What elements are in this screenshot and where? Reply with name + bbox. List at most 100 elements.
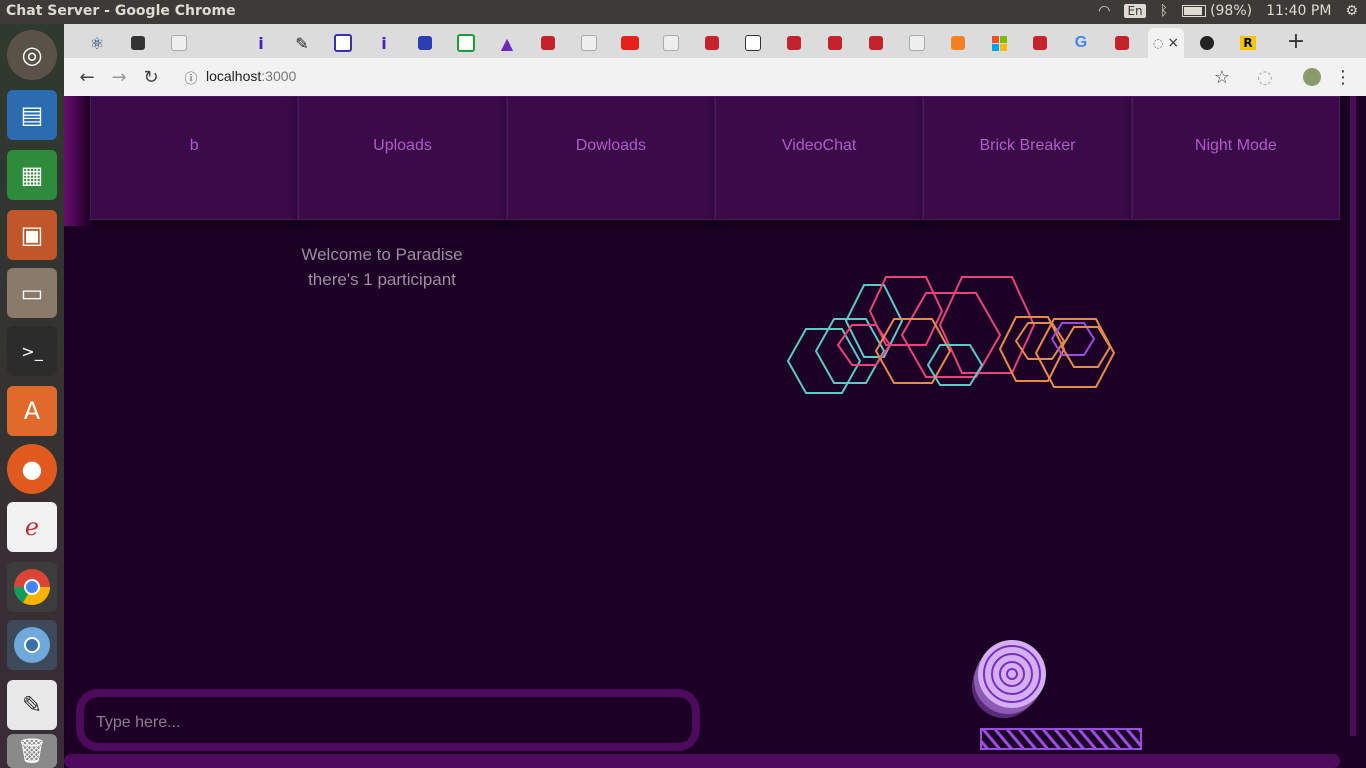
tab-9[interactable] [408, 28, 442, 58]
new-tab-button[interactable]: + [1286, 28, 1306, 54]
tab-favicon [418, 36, 432, 50]
google-icon: G [1074, 34, 1088, 51]
battery-indicator[interactable]: (98%) [1182, 3, 1252, 19]
tab-favicon [787, 36, 801, 50]
battery-percent: (98%) [1210, 3, 1253, 19]
tab-22[interactable] [941, 28, 975, 58]
bottom-bar [64, 754, 1340, 768]
address-bar[interactable]: localhost:3000 [206, 68, 296, 84]
files-icon[interactable]: ▭ [7, 268, 57, 318]
back-icon[interactable]: ← [74, 64, 100, 90]
info-icon[interactable]: ⓘ [178, 64, 204, 90]
tab-16[interactable] [695, 28, 729, 58]
tab-3[interactable] [162, 28, 196, 58]
chat-input[interactable] [94, 705, 688, 741]
tab-23[interactable] [982, 28, 1016, 58]
bookmark-star-icon[interactable]: ☆ [1209, 64, 1235, 90]
blank-page-icon [171, 35, 187, 51]
tab-10[interactable] [449, 28, 483, 58]
tab-18[interactable] [777, 28, 811, 58]
url-port: :3000 [261, 68, 297, 84]
battery-icon [1182, 5, 1207, 17]
tab-21[interactable] [900, 28, 934, 58]
close-tab-icon[interactable]: × [1167, 35, 1179, 51]
tab-favicon [869, 36, 883, 50]
reload-icon[interactable]: ↻ [138, 64, 164, 90]
tab-4[interactable] [203, 28, 237, 58]
tab-11[interactable]: ▲ [490, 28, 524, 58]
tab-8[interactable]: i [367, 28, 401, 58]
text-editor-icon[interactable]: ✎ [7, 680, 57, 730]
blank-page-icon [909, 35, 925, 51]
tab-26[interactable] [1105, 28, 1139, 58]
chromium-icon[interactable] [7, 620, 57, 670]
tab-github[interactable] [1190, 28, 1224, 58]
tab-15[interactable] [654, 28, 688, 58]
tab-r[interactable]: R [1231, 28, 1265, 58]
tab-13[interactable] [572, 28, 606, 58]
tab-chat-server[interactable]: ◌ × [1148, 28, 1184, 58]
tab-20[interactable] [859, 28, 893, 58]
chat-input-container [76, 689, 700, 751]
tab-favicon [705, 36, 719, 50]
graduation-cap-icon: ▲ [500, 33, 514, 53]
tab-24[interactable] [1023, 28, 1057, 58]
brick-breaker-paddle[interactable] [980, 728, 1144, 752]
writer-icon[interactable]: ▤ [7, 90, 57, 140]
tab-google[interactable]: G [1064, 28, 1098, 58]
trash-icon[interactable]: 🗑 [7, 734, 57, 768]
menu-item-videochat[interactable]: VideoChat [714, 96, 924, 220]
menu-item-downloads[interactable]: Dowloads [506, 96, 715, 220]
tab-19[interactable] [818, 28, 852, 58]
tab-6[interactable]: ✎ [285, 28, 319, 58]
page-scrollbar[interactable] [1350, 96, 1356, 736]
software-center-icon[interactable]: A [7, 386, 57, 436]
menu-kebab-icon[interactable]: ⋮ [1330, 64, 1356, 90]
tab-favicon [1033, 36, 1047, 50]
hexagon [836, 324, 892, 366]
tab-7[interactable] [326, 28, 360, 58]
window-title: Chat Server - Google Chrome [6, 3, 236, 19]
menu-item-brick-breaker[interactable]: Brick Breaker [923, 96, 1132, 220]
welcome-message: Welcome to Paradise there's 1 participan… [276, 242, 488, 292]
tab-favicon [334, 34, 352, 52]
tab-favicon [213, 36, 227, 50]
extension-icon[interactable]: ◌ [1252, 64, 1278, 90]
ubuntu-dash-icon[interactable]: ◎ [7, 30, 57, 80]
tab-2[interactable] [121, 28, 155, 58]
keyboard-layout[interactable]: En [1124, 4, 1146, 18]
tab-react[interactable]: ⚛ [80, 28, 114, 58]
chrome-icon[interactable] [7, 562, 57, 612]
tab-17[interactable] [736, 28, 770, 58]
terminal-icon[interactable]: >_ [7, 326, 57, 376]
participant-count: there's 1 participant [308, 270, 456, 289]
hexagon [1034, 318, 1116, 388]
calc-icon[interactable]: ▦ [7, 150, 57, 200]
tab-favicon [457, 34, 475, 52]
menu-item-b[interactable]: b [90, 96, 299, 220]
loading-icon: ◌ [1152, 36, 1164, 50]
tab-favicon [1115, 36, 1129, 50]
hexagon [926, 344, 984, 386]
profile-avatar[interactable] [1299, 64, 1325, 90]
wifi-icon[interactable]: ◠ [1098, 3, 1110, 19]
tab-12[interactable] [531, 28, 565, 58]
impress-icon[interactable]: ▣ [7, 210, 57, 260]
gear-icon[interactable]: ⚙ [1345, 3, 1358, 19]
menu-item-uploads[interactable]: Uploads [298, 96, 507, 220]
bluetooth-icon[interactable]: ᛒ [1160, 3, 1168, 19]
menu-item-night-mode[interactable]: Night Mode [1131, 96, 1340, 220]
github-icon [1200, 36, 1214, 50]
tab-youtube[interactable] [613, 28, 647, 58]
url-host: localhost [206, 68, 262, 84]
system-tray: ◠ En ᛒ (98%) 11:40 PM ⚙ [1098, 3, 1358, 19]
tab-favicon [828, 36, 842, 50]
document-viewer-icon[interactable]: ℯ [7, 502, 57, 552]
hexagon [1014, 322, 1066, 360]
hexagon-animation [786, 276, 1116, 394]
tab-5[interactable]: i [244, 28, 278, 58]
forward-icon[interactable]: → [106, 64, 132, 90]
clock[interactable]: 11:40 PM [1266, 3, 1331, 19]
firefox-icon[interactable]: ● [7, 444, 57, 494]
system-top-panel: Chat Server - Google Chrome ◠ En ᛒ (98%)… [0, 0, 1366, 24]
